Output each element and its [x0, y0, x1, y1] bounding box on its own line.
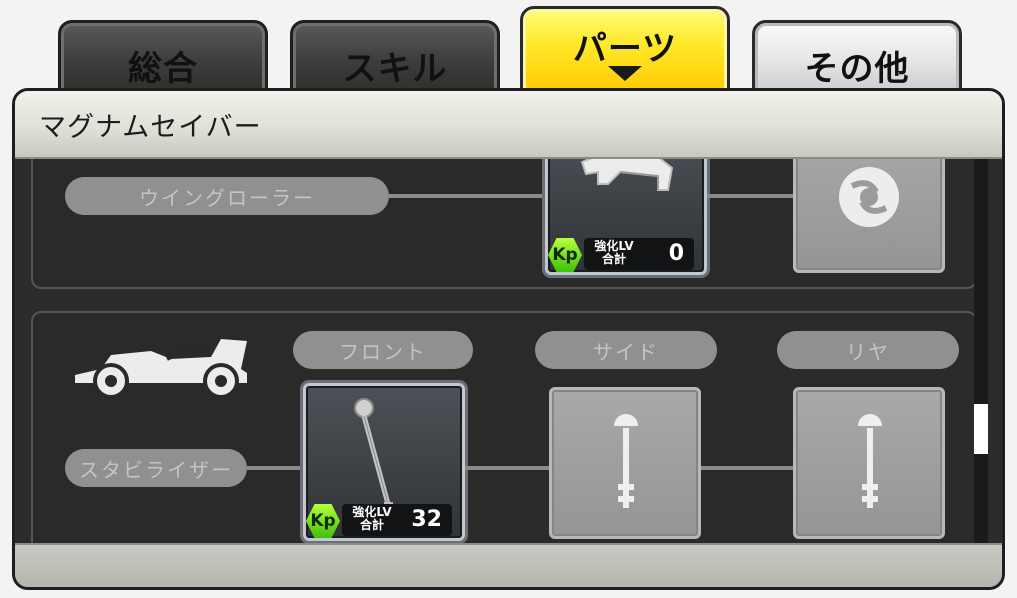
tab-parts-label: パーツ [572, 29, 678, 69]
level-label-line2: 合計 [601, 252, 626, 266]
level-label: 強化LV 合計 [350, 506, 394, 532]
connector-line [701, 466, 793, 470]
position-label-rear-text: リヤ [846, 339, 890, 364]
roller-wheel-icon [839, 167, 899, 227]
stabilizer-placeholder-icon [614, 414, 638, 508]
stabilizer-section: フロント サイド リヤ スタビライザー Kp 強化LV 合計 32 [31, 311, 977, 545]
stabilizer-category-label: スタビライザー [65, 449, 247, 487]
scroll-thumb[interactable] [974, 404, 988, 454]
panel-header: マグナムセイバー [15, 91, 1002, 159]
connector-line [707, 194, 793, 198]
stabilizer-front-level-badge: Kp 強化LV 合計 32 [306, 502, 456, 538]
stabilizer-front-slot[interactable]: Kp 強化LV 合計 32 [303, 383, 465, 541]
kp-badge-text: Kp [310, 511, 336, 531]
stabilizer-side-slot[interactable] [549, 387, 701, 539]
tab-skills[interactable]: スキル [290, 20, 500, 98]
connector-line [247, 466, 303, 470]
level-value: 32 [411, 507, 442, 532]
position-label-rear: リヤ [777, 331, 959, 369]
stabilizer-placeholder-icon [858, 414, 882, 508]
level-label: 強化LV 合計 [592, 240, 636, 266]
roller-front-level-badge: Kp 強化LV 合計 0 [548, 236, 698, 272]
tab-overview[interactable]: 総合 [58, 20, 268, 98]
level-box: 強化LV 合計 32 [342, 504, 452, 536]
active-tab-arrow-icon [608, 66, 642, 81]
roller-section: ウイングローラー Kp 強化LV 合計 0 [31, 159, 977, 289]
position-label-side: サイド [535, 331, 717, 369]
roller-category-text: ウイングローラー [139, 185, 315, 210]
kp-badge-icon: Kp [548, 238, 582, 272]
tab-skills-label: スキル [342, 49, 448, 89]
scrollbar[interactable] [974, 159, 988, 545]
tab-parts[interactable]: パーツ [520, 6, 730, 98]
parts-scroll-area[interactable]: ウイングローラー Kp 強化LV 合計 0 フロント サイド リヤ スタビライザ… [15, 159, 1002, 545]
tab-overview-label: 総合 [128, 49, 198, 89]
machine-name: マグナムセイバー [39, 111, 262, 143]
position-label-front-text: フロント [339, 339, 427, 364]
position-label-side-text: サイド [593, 339, 659, 364]
level-value: 0 [668, 241, 684, 266]
stabilizer-rear-slot[interactable] [793, 387, 945, 539]
level-label-line2: 合計 [359, 518, 384, 532]
connector-line [465, 466, 549, 470]
race-car-icon [75, 339, 247, 399]
wing-roller-part-icon [580, 159, 674, 191]
level-box: 強化LV 合計 0 [584, 238, 694, 270]
roller-rear-slot[interactable] [793, 159, 945, 273]
tab-other[interactable]: その他 [752, 20, 962, 98]
connector-line [389, 194, 545, 198]
position-label-front: フロント [293, 331, 473, 369]
tab-other-label: その他 [804, 49, 910, 89]
panel-footer [15, 543, 1002, 587]
roller-category-label: ウイングローラー [65, 177, 389, 215]
roller-front-slot[interactable]: Kp 強化LV 合計 0 [545, 159, 707, 275]
parts-panel: マグナムセイバー ウイングローラー Kp 強化LV 合計 0 フロント サイド … [12, 88, 1005, 590]
kp-badge-text: Kp [552, 245, 578, 265]
stabilizer-category-text: スタビライザー [79, 457, 233, 482]
kp-badge-icon: Kp [306, 504, 340, 538]
